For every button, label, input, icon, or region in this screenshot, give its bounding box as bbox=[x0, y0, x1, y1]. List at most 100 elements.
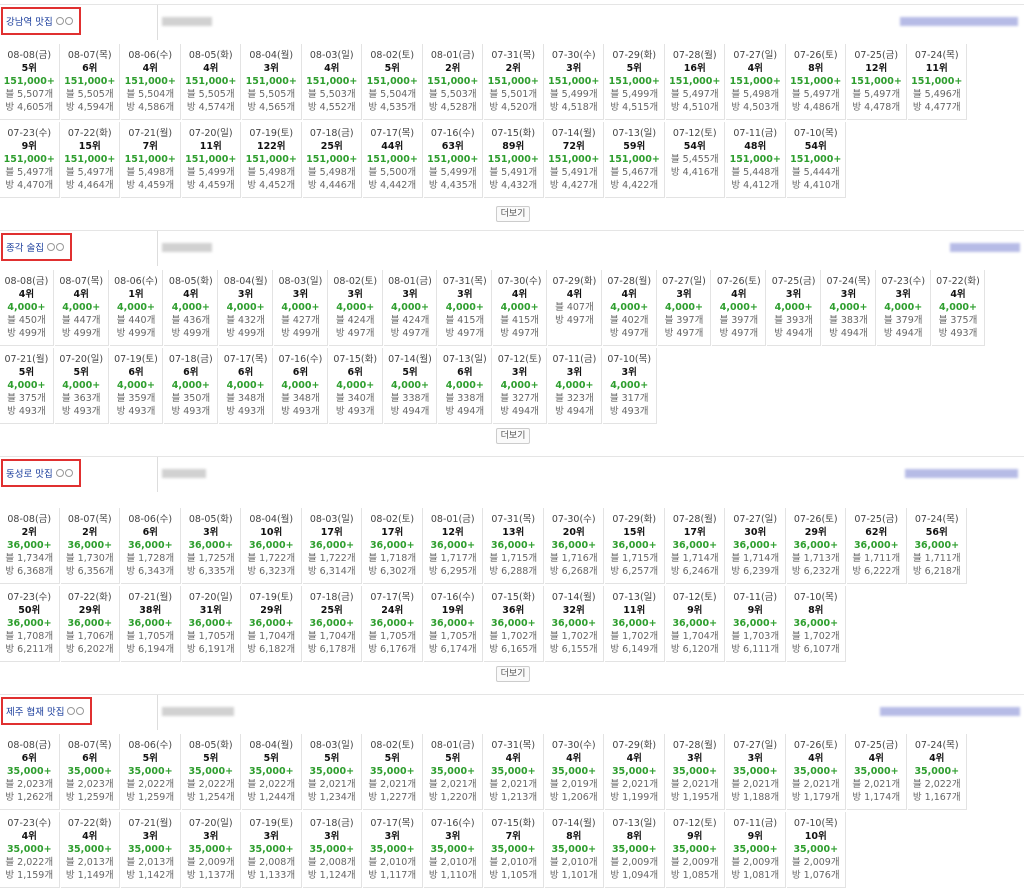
cell-cafe-count: 방 494개 bbox=[390, 406, 430, 417]
history-cell: 07-26(토) 8위 151,000+ 블 5,497개 방 4,486개 bbox=[786, 44, 846, 120]
history-cell: 07-18(금) 25위 36,000+ 블 1,704개 방 6,178개 bbox=[302, 586, 362, 662]
cell-blog-count: 블 2,022개 bbox=[912, 779, 961, 790]
history-cell: 07-22(화) 29위 36,000+ 블 1,706개 방 6,202개 bbox=[60, 586, 120, 662]
keyword-label[interactable]: 강남역 맛집 bbox=[6, 14, 53, 28]
history-cell: 07-21(월) 7위 151,000+ 블 5,498개 방 4,459개 bbox=[121, 122, 181, 198]
cell-rank: 19위 bbox=[441, 605, 464, 616]
history-cell: 07-14(월) 8위 35,000+ 블 2,010개 방 1,101개 bbox=[544, 812, 604, 888]
cell-rank: 54위 bbox=[804, 141, 827, 152]
cell-blog-count: 블 1,705개 bbox=[186, 631, 235, 642]
keyword-label[interactable]: 제주 협재 맛집 bbox=[6, 704, 64, 718]
cell-search-volume: 4,000+ bbox=[116, 380, 155, 391]
pc-icon[interactable] bbox=[64, 469, 73, 477]
history-cell: 07-27(일) 3위 35,000+ 블 2,021개 방 1,188개 bbox=[726, 734, 786, 810]
cell-date: 07-12(토) bbox=[497, 354, 542, 365]
more-button[interactable]: 더보기 bbox=[496, 428, 530, 444]
cell-cafe-count: 방 497개 bbox=[609, 328, 649, 339]
cell-blog-count: 블 1,711개 bbox=[912, 553, 961, 564]
pc-icon[interactable] bbox=[64, 17, 73, 25]
cell-blog-count: 블 402개 bbox=[609, 315, 649, 326]
cell-cafe-count: 방 4,416개 bbox=[670, 167, 719, 178]
mobile-icon[interactable] bbox=[46, 243, 55, 251]
cell-date: 08-01(금) bbox=[430, 50, 475, 61]
cell-search-volume: 35,000+ bbox=[611, 844, 657, 855]
pc-icon[interactable] bbox=[55, 243, 64, 251]
cell-blog-count: 블 5,498개 bbox=[731, 89, 780, 100]
cell-blog-count: 블 5,496개 bbox=[912, 89, 961, 100]
cell-cafe-count: 방 6,218개 bbox=[912, 566, 961, 577]
cell-blog-count: 블 1,711개 bbox=[852, 553, 901, 564]
cell-rank: 5위 bbox=[402, 367, 418, 378]
cell-cafe-count: 방 497개 bbox=[500, 328, 539, 339]
cell-search-volume: 151,000+ bbox=[487, 76, 539, 87]
cell-date: 07-27(일) bbox=[733, 514, 778, 525]
cell-cafe-count: 방 494개 bbox=[883, 328, 923, 339]
cell-blog-count: 블 1,714개 bbox=[670, 553, 719, 564]
cell-blog-count: 블 5,498개 bbox=[247, 167, 296, 178]
cell-search-volume: 4,000+ bbox=[390, 380, 429, 391]
cell-cafe-count: 방 1,199개 bbox=[610, 792, 659, 803]
cell-rank: 5위 bbox=[384, 63, 400, 74]
history-cell: 07-22(화) 4위 35,000+ 블 2,013개 방 1,149개 bbox=[60, 812, 120, 888]
cell-rank: 72위 bbox=[562, 141, 585, 152]
keyword-highlight-box[interactable]: 강남역 맛집 bbox=[1, 7, 81, 35]
history-cell: 07-30(수) 20위 36,000+ 블 1,716개 방 6,268개 bbox=[544, 508, 604, 584]
history-cell: 08-02(토) 3위 4,000+ 블 424개 방 497개 bbox=[328, 270, 383, 346]
mobile-icon[interactable] bbox=[67, 707, 76, 715]
cell-date: 07-18(금) bbox=[168, 354, 213, 365]
cell-blog-count: 블 5,507개 bbox=[5, 89, 54, 100]
cell-blog-count: 블 5,497개 bbox=[791, 89, 840, 100]
cell-rank: 3위 bbox=[687, 753, 703, 764]
cell-cafe-count: 방 499개 bbox=[226, 328, 265, 339]
keyword-highlight-box[interactable]: 종각 술집 bbox=[1, 233, 72, 261]
cell-date: 07-22(화) bbox=[936, 276, 980, 287]
cell-rank: 50위 bbox=[18, 605, 41, 616]
cell-cafe-count: 방 4,435개 bbox=[428, 180, 477, 191]
history-cell: 07-28(월) 16위 151,000+ 블 5,497개 방 4,510개 bbox=[665, 44, 725, 120]
more-button[interactable]: 더보기 bbox=[496, 666, 530, 682]
keyword-label[interactable]: 종각 술집 bbox=[6, 240, 44, 254]
history-cell: 07-29(화) 15위 36,000+ 블 1,715개 방 6,257개 bbox=[605, 508, 665, 584]
history-cell: 07-18(금) 3위 35,000+ 블 2,008개 방 1,124개 bbox=[302, 812, 362, 888]
cell-cafe-count: 방 4,410개 bbox=[791, 180, 840, 191]
more-button[interactable]: 더보기 bbox=[496, 206, 530, 222]
history-cell: 07-31(목) 4위 35,000+ 블 2,021개 방 1,213개 bbox=[484, 734, 544, 810]
cell-blog-count: 블 5,497개 bbox=[670, 89, 719, 100]
cell-blog-count: 블 2,021개 bbox=[731, 779, 780, 790]
history-cell: 08-02(토) 17위 36,000+ 블 1,718개 방 6,302개 bbox=[363, 508, 423, 584]
cell-rank: 3위 bbox=[203, 831, 219, 842]
cell-date: 07-25(금) bbox=[771, 276, 816, 287]
mobile-icon[interactable] bbox=[55, 469, 64, 477]
cell-search-volume: 35,000+ bbox=[672, 844, 718, 855]
cell-search-volume: 151,000+ bbox=[548, 76, 600, 87]
section-header: 동성로 맛집 bbox=[0, 456, 1024, 492]
cell-blog-count: 블 1,722개 bbox=[307, 553, 356, 564]
cell-date: 07-27(일) bbox=[733, 740, 778, 751]
cell-date: 07-17(목) bbox=[370, 818, 415, 829]
cell-cafe-count: 방 4,432개 bbox=[489, 180, 538, 191]
mobile-icon[interactable] bbox=[55, 17, 64, 25]
cell-cafe-count: 방 1,206개 bbox=[549, 792, 598, 803]
cell-rank: 15위 bbox=[78, 141, 101, 152]
pc-icon[interactable] bbox=[76, 707, 85, 715]
cell-rank: 36위 bbox=[502, 605, 525, 616]
cell-blog-count: 블 5,505개 bbox=[65, 89, 114, 100]
cell-rank: 5위 bbox=[626, 63, 642, 74]
cell-search-volume: 35,000+ bbox=[490, 844, 536, 855]
cell-blog-count: 블 2,008개 bbox=[307, 857, 356, 868]
cell-date: 07-13(일) bbox=[612, 818, 657, 829]
cell-blog-count: 블 1,734개 bbox=[5, 553, 54, 564]
cell-cafe-count: 방 4,422개 bbox=[610, 180, 659, 191]
cell-rank: 2위 bbox=[445, 63, 461, 74]
cell-rank: 4위 bbox=[18, 289, 35, 300]
cell-cafe-count: 방 493개 bbox=[609, 406, 649, 417]
keyword-label[interactable]: 동성로 맛집 bbox=[6, 466, 53, 480]
cell-search-volume: 151,000+ bbox=[427, 76, 479, 87]
cell-blog-count: 블 415개 bbox=[445, 315, 485, 326]
cell-search-volume: 151,000+ bbox=[850, 76, 902, 87]
cell-date: 07-24(목) bbox=[914, 740, 959, 751]
cell-rank: 5위 bbox=[445, 753, 461, 764]
keyword-highlight-box[interactable]: 제주 협재 맛집 bbox=[1, 697, 93, 725]
keyword-highlight-box[interactable]: 동성로 맛집 bbox=[1, 459, 81, 487]
history-cell: 07-22(화) 4위 4,000+ 블 375개 방 493개 bbox=[931, 270, 986, 346]
